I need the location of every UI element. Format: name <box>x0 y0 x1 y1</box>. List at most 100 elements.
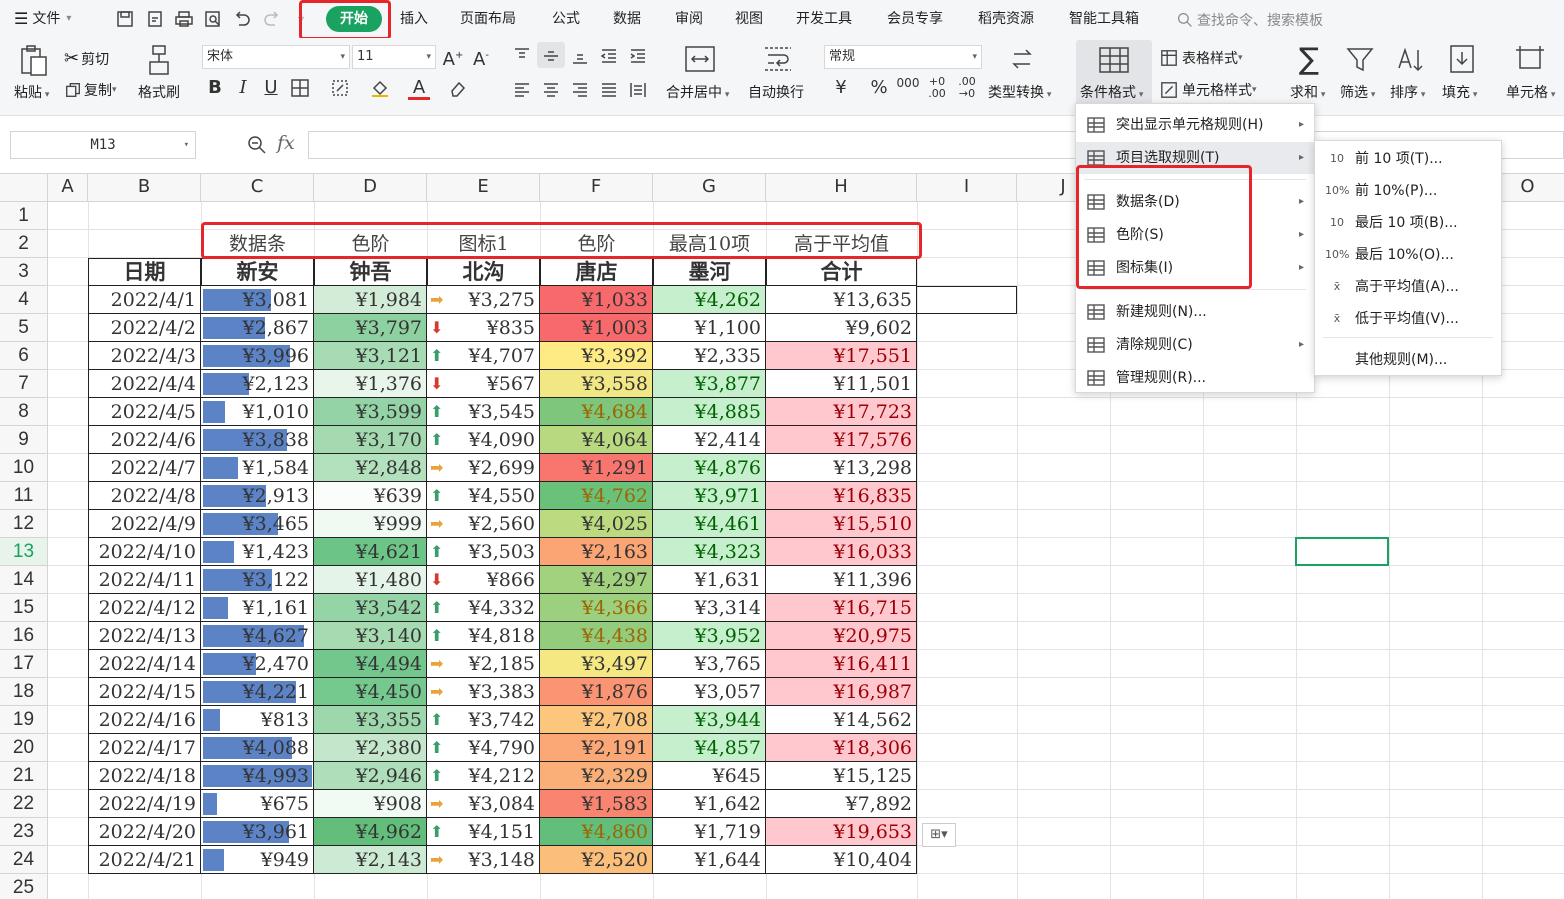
icon-set-cell[interactable]: ➡ ¥3,084 <box>427 790 540 818</box>
top10-cell[interactable]: ¥3,877 <box>653 370 766 398</box>
align-middle-icon[interactable] <box>541 46 561 66</box>
thousands-button[interactable]: 000 <box>896 76 920 90</box>
top10-cell[interactable]: ¥4,323 <box>653 538 766 566</box>
sum-button[interactable]: 求和 ▾ <box>1290 82 1325 102</box>
undo-icon[interactable] <box>232 9 252 29</box>
icon-set-cell[interactable]: ⬆ ¥4,090 <box>427 426 540 454</box>
icon-set-cell[interactable]: ⬆ ¥3,503 <box>427 538 540 566</box>
decrease-decimal-button[interactable]: .00 →0 <box>954 76 980 100</box>
row-header-4[interactable]: 4 <box>0 286 48 314</box>
row-header-13[interactable]: 13 <box>0 538 48 566</box>
copy-button[interactable]: 复制 ▾ <box>64 80 117 100</box>
bold-button[interactable]: B <box>204 78 226 98</box>
row-header-16[interactable]: 16 <box>0 622 48 650</box>
row-header-19[interactable]: 19 <box>0 706 48 734</box>
date-cell[interactable]: 2022/4/9 <box>88 510 201 538</box>
row-header-10[interactable]: 10 <box>0 454 48 482</box>
top10-cell[interactable]: ¥1,642 <box>653 790 766 818</box>
fill-button[interactable]: 填充 ▾ <box>1442 82 1477 102</box>
submenu-item[interactable]: x̄ 高于平均值(A)... <box>1315 271 1501 303</box>
row-header-5[interactable]: 5 <box>0 314 48 342</box>
above-average-cell[interactable]: ¥9,602 <box>766 314 917 342</box>
cf-menu-item[interactable]: 管理规则(R)... <box>1076 362 1314 394</box>
export-pdf-icon[interactable] <box>145 9 165 29</box>
data-bar-cell[interactable]: ¥3,961 <box>201 818 314 846</box>
data-bar-cell[interactable]: ¥3,081 <box>201 286 314 314</box>
color-scale-cell[interactable]: ¥3,170 <box>314 426 427 454</box>
color-scale-cell[interactable]: ¥4,621 <box>314 538 427 566</box>
above-average-cell[interactable]: ¥11,501 <box>766 370 917 398</box>
icon-set-cell[interactable]: ⬆ ¥4,212 <box>427 762 540 790</box>
above-average-cell[interactable]: ¥19,653 <box>766 818 917 846</box>
format-painter-icon[interactable] <box>146 44 172 78</box>
color-scale-cell[interactable]: ¥2,329 <box>540 762 653 790</box>
filter-icon[interactable] <box>1346 46 1374 74</box>
row-header-22[interactable]: 22 <box>0 790 48 818</box>
cf-menu-item[interactable]: 清除规则(C) ▸ <box>1076 329 1314 361</box>
color-scale-cell[interactable]: ¥1,291 <box>540 454 653 482</box>
above-average-cell[interactable]: ¥16,715 <box>766 594 917 622</box>
underline-button[interactable]: U <box>260 78 282 98</box>
color-scale-cell[interactable]: ¥1,376 <box>314 370 427 398</box>
data-bar-cell[interactable]: ¥4,221 <box>201 678 314 706</box>
data-bar-cell[interactable]: ¥1,161 <box>201 594 314 622</box>
icon-set-cell[interactable]: ⬆ ¥4,151 <box>427 818 540 846</box>
row-header-11[interactable]: 11 <box>0 482 48 510</box>
color-scale-cell[interactable]: ¥2,191 <box>540 734 653 762</box>
above-average-cell[interactable]: ¥7,892 <box>766 790 917 818</box>
cell-style-button[interactable]: 单元格样式 ▾ <box>1160 80 1257 100</box>
column-header-e[interactable]: E <box>427 174 540 202</box>
above-average-cell[interactable]: ¥17,576 <box>766 426 917 454</box>
font-name-select[interactable]: 宋体 ▾ <box>202 45 350 69</box>
date-cell[interactable]: 2022/4/15 <box>88 678 201 706</box>
icon-set-cell[interactable]: ⬆ ¥4,818 <box>427 622 540 650</box>
row-header-14[interactable]: 14 <box>0 566 48 594</box>
cf-menu-item[interactable]: 突出显示单元格规则(H) ▸ <box>1076 109 1314 141</box>
paste-button[interactable]: 粘贴 ▾ <box>14 82 49 102</box>
color-scale-cell[interactable]: ¥3,497 <box>540 650 653 678</box>
color-scale-cell[interactable]: ¥3,121 <box>314 342 427 370</box>
command-search[interactable]: 查找命令、搜索模板 <box>1177 10 1323 30</box>
data-bar-cell[interactable]: ¥4,627 <box>201 622 314 650</box>
column-header-b[interactable]: B <box>88 174 201 202</box>
above-average-cell[interactable]: ¥13,635 <box>766 286 917 314</box>
increase-font-icon[interactable]: A+ <box>442 46 464 70</box>
print-preview-icon[interactable] <box>203 9 223 29</box>
above-average-cell[interactable]: ¥16,033 <box>766 538 917 566</box>
number-format-select[interactable]: 常规 ▾ <box>824 45 982 69</box>
color-scale-cell[interactable]: ¥4,860 <box>540 818 653 846</box>
submenu-item[interactable]: 10 前 10 项(T)... <box>1315 143 1501 175</box>
icon-set-cell[interactable]: ⬆ ¥3,545 <box>427 398 540 426</box>
above-average-cell[interactable]: ¥16,835 <box>766 482 917 510</box>
currency-button[interactable]: ¥ <box>830 78 852 98</box>
color-scale-cell[interactable]: ¥1,876 <box>540 678 653 706</box>
increase-decimal-button[interactable]: +0 .00 <box>924 76 950 100</box>
redo-icon[interactable] <box>262 9 282 29</box>
type-convert-button[interactable]: 类型转换 ▾ <box>988 82 1051 102</box>
tab-member[interactable]: 会员专享 <box>887 0 943 38</box>
file-menu[interactable]: ☰ 文件 ▾ <box>14 0 71 38</box>
color-scale-cell[interactable]: ¥1,480 <box>314 566 427 594</box>
top10-cell[interactable]: ¥2,414 <box>653 426 766 454</box>
data-bar-cell[interactable]: ¥4,993 <box>201 762 314 790</box>
color-scale-cell[interactable]: ¥2,380 <box>314 734 427 762</box>
percent-button[interactable]: % <box>868 78 890 98</box>
data-bar-cell[interactable]: ¥1,584 <box>201 454 314 482</box>
table-header[interactable]: 唐店 <box>540 258 653 286</box>
tab-developer[interactable]: 开发工具 <box>796 0 852 38</box>
above-average-cell[interactable]: ¥16,987 <box>766 678 917 706</box>
icon-set-cell[interactable]: ➡ ¥2,185 <box>427 650 540 678</box>
row-header-20[interactable]: 20 <box>0 734 48 762</box>
tab-insert[interactable]: 插入 <box>400 0 428 38</box>
justify-icon[interactable] <box>599 80 619 100</box>
date-cell[interactable]: 2022/4/18 <box>88 762 201 790</box>
icon-set-cell[interactable]: ⬆ ¥3,742 <box>427 706 540 734</box>
select-all-corner[interactable] <box>0 174 48 202</box>
data-bar-cell[interactable]: ¥1,423 <box>201 538 314 566</box>
color-scale-cell[interactable]: ¥2,946 <box>314 762 427 790</box>
top10-cell[interactable]: ¥3,057 <box>653 678 766 706</box>
function-icon[interactable]: fx <box>277 132 295 154</box>
bordered-cell-i4[interactable] <box>917 286 1017 314</box>
submenu-item[interactable]: 10% 前 10%(P)... <box>1315 175 1501 207</box>
date-cell[interactable]: 2022/4/7 <box>88 454 201 482</box>
